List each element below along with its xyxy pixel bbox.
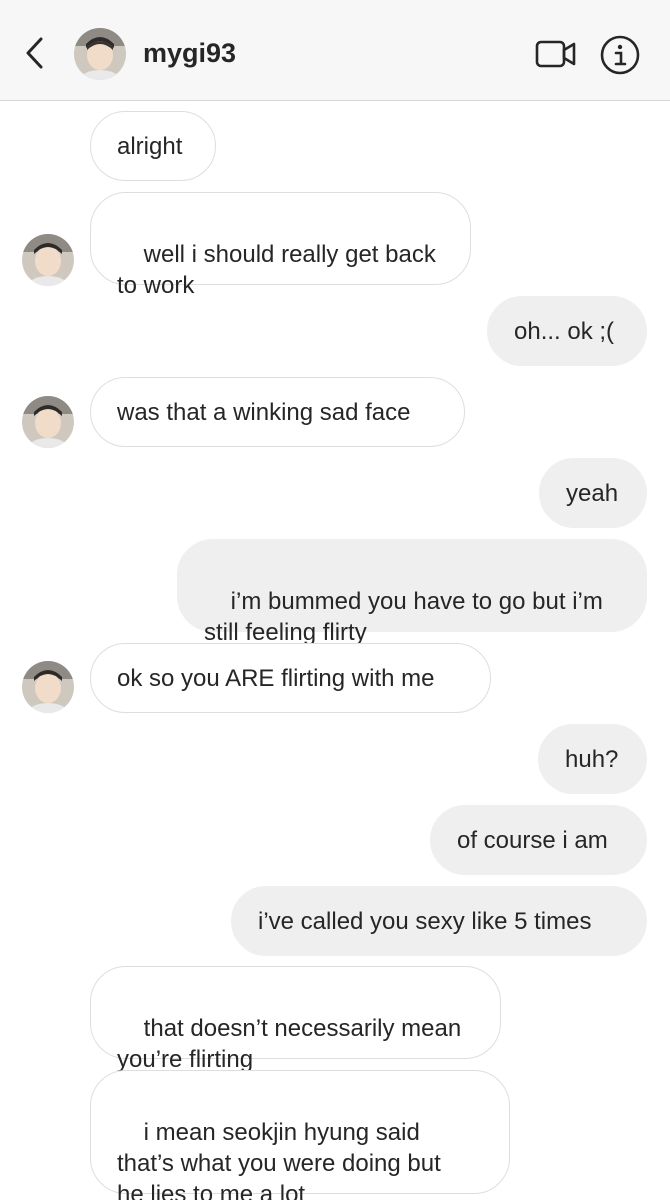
message-text: yeah bbox=[566, 479, 619, 507]
outgoing-message-bubble[interactable]: i’m bummed you have to go but i’m still … bbox=[177, 539, 647, 646]
chat-header: mygi93 bbox=[0, 0, 670, 101]
video-camera-icon bbox=[535, 40, 576, 68]
incoming-message-bubble[interactable]: that doesn’t necessarily mean you’re fli… bbox=[90, 966, 501, 1073]
incoming-message-bubble[interactable]: well i should really get back to work bbox=[90, 192, 471, 299]
sender-avatar[interactable] bbox=[22, 396, 74, 448]
video-call-button[interactable] bbox=[534, 36, 578, 72]
message-text: i’ve called you sexy like 5 times bbox=[258, 907, 592, 935]
chevron-left-icon bbox=[26, 37, 43, 69]
message-text: oh... ok ;( bbox=[514, 317, 615, 345]
sender-avatar[interactable] bbox=[22, 234, 74, 286]
outgoing-message-bubble[interactable]: oh... ok ;( bbox=[487, 296, 647, 366]
incoming-message-bubble[interactable]: alright bbox=[90, 111, 216, 181]
incoming-message-bubble[interactable]: i mean seokjin hyung said that’s what yo… bbox=[90, 1070, 510, 1200]
back-button[interactable] bbox=[20, 35, 50, 71]
incoming-message-bubble[interactable]: ok so you ARE flirting with me bbox=[90, 643, 491, 713]
message-text: i’m bummed you have to go but i’m still … bbox=[204, 588, 603, 646]
outgoing-message-bubble[interactable]: of course i am bbox=[430, 805, 647, 875]
sender-avatar[interactable] bbox=[22, 661, 74, 713]
message-text: i mean seokjin hyung said that’s what yo… bbox=[117, 1119, 441, 1200]
outgoing-message-bubble[interactable]: huh? bbox=[538, 724, 647, 794]
incoming-message-bubble[interactable]: was that a winking sad face bbox=[90, 377, 465, 447]
avatar bbox=[74, 28, 126, 80]
contact-username[interactable]: mygi93 bbox=[143, 36, 236, 70]
info-icon bbox=[600, 35, 640, 75]
message-text: that doesn’t necessarily mean you’re fli… bbox=[117, 1015, 462, 1073]
avatar bbox=[22, 396, 74, 448]
outgoing-message-bubble[interactable]: yeah bbox=[539, 458, 647, 528]
outgoing-message-bubble[interactable]: i’ve called you sexy like 5 times bbox=[231, 886, 647, 956]
dm-thread-screen: mygi93 alright well i should really get … bbox=[0, 0, 670, 1200]
message-text: well i should really get back to work bbox=[117, 241, 436, 299]
avatar bbox=[22, 234, 74, 286]
message-text: alright bbox=[117, 132, 183, 160]
avatar bbox=[22, 661, 74, 713]
info-button[interactable] bbox=[599, 34, 641, 76]
message-text: was that a winking sad face bbox=[117, 398, 411, 426]
contact-avatar[interactable] bbox=[74, 28, 126, 80]
message-text: huh? bbox=[565, 745, 619, 773]
message-text: of course i am bbox=[457, 826, 608, 854]
message-text: ok so you ARE flirting with me bbox=[117, 664, 435, 692]
